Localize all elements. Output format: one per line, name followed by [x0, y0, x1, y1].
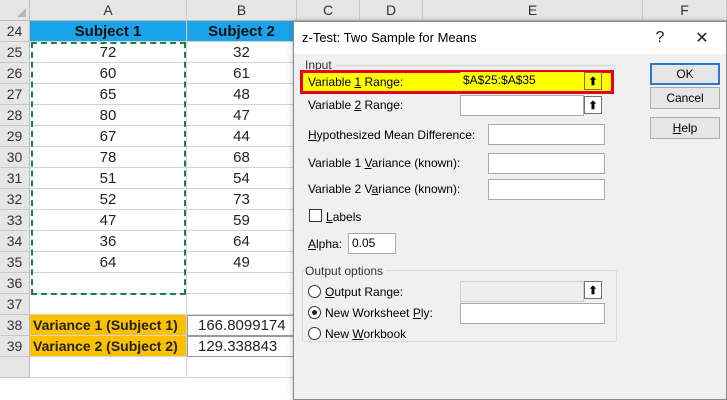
subject2-cell[interactable]: 32	[187, 42, 297, 63]
var1-variance-label: Variable 1 Variance (known):	[308, 156, 461, 170]
subject1-cell[interactable]: 52	[30, 189, 187, 210]
subject1-cell[interactable]: 51	[30, 168, 187, 189]
subject1-cell[interactable]: 72	[30, 42, 187, 63]
output-range-collapse-dialog-icon[interactable]: ⬆	[584, 281, 602, 299]
row-header[interactable]: 34	[0, 231, 30, 252]
subject1-cell[interactable]: 78	[30, 147, 187, 168]
grid-cell[interactable]	[30, 294, 187, 315]
grid-cell[interactable]	[187, 294, 297, 315]
var2-variance-label: Variable 2 Variance (known):	[308, 182, 461, 196]
variance-label-cell[interactable]: Variance 1 (Subject 1)	[30, 315, 187, 336]
var2-range-label: Variable 2 Range:	[308, 98, 404, 112]
grid-cell[interactable]	[187, 357, 297, 378]
subject2-cell[interactable]: 48	[187, 84, 297, 105]
row-header[interactable]	[0, 357, 30, 378]
input-group-divider	[336, 65, 616, 66]
hypothesized-mean-difference-input[interactable]	[488, 124, 605, 145]
row-header[interactable]: 38	[0, 315, 30, 336]
subject1-cell[interactable]: 60	[30, 63, 187, 84]
subject2-cell[interactable]: 59	[187, 210, 297, 231]
row-header[interactable]: 26	[0, 63, 30, 84]
labels-checkbox-label: Labels	[326, 210, 362, 224]
var2-collapse-dialog-icon[interactable]: ⬆	[584, 96, 602, 114]
dialog-title: z-Test: Two Sample for Means	[302, 30, 477, 45]
header-subject-2[interactable]: Subject 2	[187, 21, 297, 42]
row-header[interactable]: 24	[0, 21, 30, 42]
new-workbook-label: New Workbook	[325, 327, 407, 341]
select-all-corner[interactable]	[0, 0, 30, 21]
subject2-cell[interactable]: 49	[187, 252, 297, 273]
variance-label-cell[interactable]: Variance 2 (Subject 2)	[30, 336, 187, 357]
help-question-button[interactable]: ?	[647, 25, 673, 51]
column-header-f[interactable]: F	[643, 0, 727, 21]
row-header[interactable]: 31	[0, 168, 30, 189]
column-header-b[interactable]: B	[187, 0, 297, 21]
alpha-label: Alpha:	[308, 237, 343, 251]
row-header[interactable]: 27	[0, 84, 30, 105]
labels-checkbox[interactable]	[309, 209, 322, 222]
var1-range-label: Variable 1 Range:	[308, 75, 404, 89]
row-header[interactable]: 33	[0, 210, 30, 231]
var1-variance-input[interactable]	[488, 153, 605, 174]
output-range-radio[interactable]	[308, 285, 321, 298]
subject2-cell[interactable]: 61	[187, 63, 297, 84]
row-header[interactable]: 29	[0, 126, 30, 147]
grid-cell[interactable]	[30, 273, 187, 294]
row-header[interactable]: 32	[0, 189, 30, 210]
subject2-cell[interactable]: 44	[187, 126, 297, 147]
dialog-titlebar: z-Test: Two Sample for Means ? ✕	[294, 22, 726, 54]
output-range-input[interactable]	[460, 281, 584, 302]
variance-value-cell[interactable]: 129.338843	[187, 336, 297, 357]
ok-button[interactable]: OK	[650, 63, 720, 85]
row-header[interactable]: 30	[0, 147, 30, 168]
hypothesized-mean-difference-label: Hypothesized Mean Difference:	[308, 128, 476, 142]
row-header[interactable]: 28	[0, 105, 30, 126]
ztest-dialog: z-Test: Two Sample for Means ? ✕ Input V…	[293, 21, 727, 400]
subject2-cell[interactable]: 73	[187, 189, 297, 210]
header-subject-1[interactable]: Subject 1	[30, 21, 187, 42]
cancel-button[interactable]: Cancel	[650, 87, 720, 109]
row-header[interactable]: 37	[0, 294, 30, 315]
var2-range-input[interactable]	[460, 95, 584, 116]
new-worksheet-ply-label: New Worksheet Ply:	[325, 306, 433, 320]
column-header-e[interactable]: E	[423, 0, 643, 21]
row-header[interactable]: 25	[0, 42, 30, 63]
grid-cell[interactable]	[30, 357, 187, 378]
subject2-cell[interactable]: 68	[187, 147, 297, 168]
new-worksheet-ply-radio[interactable]	[308, 306, 321, 319]
subject2-cell[interactable]: 47	[187, 105, 297, 126]
var2-variance-input[interactable]	[488, 179, 605, 200]
row-header[interactable]: 39	[0, 336, 30, 357]
alpha-input[interactable]: 0.05	[348, 233, 396, 254]
var1-range-input[interactable]: $A$25:$A$35	[460, 72, 584, 90]
output-options-label: Output options	[305, 264, 387, 278]
help-button[interactable]: Help	[650, 117, 720, 139]
row-header[interactable]: 36	[0, 273, 30, 294]
variance-value-cell[interactable]: 166.8099174	[187, 315, 297, 336]
new-workbook-radio[interactable]	[308, 327, 321, 340]
column-header-d[interactable]: D	[360, 0, 423, 21]
grid-cell[interactable]	[187, 273, 297, 294]
column-header-a[interactable]: A	[30, 0, 187, 21]
subject1-cell[interactable]: 80	[30, 105, 187, 126]
subject1-cell[interactable]: 36	[30, 231, 187, 252]
var1-collapse-dialog-icon[interactable]: ⬆	[584, 72, 602, 90]
subject2-cell[interactable]: 64	[187, 231, 297, 252]
subject1-cell[interactable]: 65	[30, 84, 187, 105]
subject1-cell[interactable]: 67	[30, 126, 187, 147]
output-range-label: Output Range:	[325, 285, 404, 299]
subject2-cell[interactable]: 54	[187, 168, 297, 189]
column-header-c[interactable]: C	[297, 0, 360, 21]
row-header[interactable]: 35	[0, 252, 30, 273]
subject1-cell[interactable]: 64	[30, 252, 187, 273]
subject1-cell[interactable]: 47	[30, 210, 187, 231]
close-button[interactable]: ✕	[689, 25, 715, 51]
new-worksheet-ply-input[interactable]	[460, 303, 605, 324]
